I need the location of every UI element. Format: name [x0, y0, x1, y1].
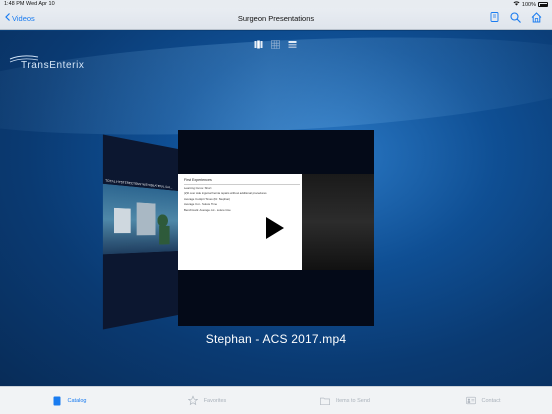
status-time: 1:48 PM: [4, 1, 25, 7]
nav-actions: [488, 11, 542, 23]
tab-label: Favorites: [203, 397, 227, 404]
home-icon[interactable]: [530, 11, 542, 23]
battery-percent: 100%: [521, 1, 536, 8]
battery-icon: [538, 2, 548, 7]
tab-contact[interactable]: Contact: [414, 387, 552, 414]
coverflow-view-icon[interactable]: [254, 36, 263, 49]
tab-catalog[interactable]: Catalog: [0, 387, 138, 414]
status-right: 100%: [513, 1, 548, 8]
slide-title: First Experiences: [184, 178, 212, 182]
slide-line: Average Cockpit Times (Dr. Stephan): [184, 196, 231, 201]
tab-label: Items to Send: [336, 397, 370, 404]
view-toggle: [254, 36, 297, 49]
video-cover-current[interactable]: First Experiences Learning Curve: Short …: [178, 130, 374, 326]
tab-favorites[interactable]: Favorites: [138, 387, 276, 414]
slide-divider: [184, 184, 300, 185]
tab-label: Catalog: [67, 397, 87, 404]
status-bar: 1:48 PM Wed Apr 10 100%: [0, 0, 552, 8]
tab-label: Contact: [481, 397, 501, 404]
grid-view-icon[interactable]: [271, 36, 280, 49]
catalog-content: TransEnterix TOTAL HYSTERECTOMY WITH BIL…: [0, 31, 552, 386]
tab-bar: Catalog Favorites Items to Send Contact: [0, 386, 552, 414]
slide-line: Benchmark: Average cut - suture time: [184, 207, 231, 212]
video-cover-previous[interactable]: TOTAL HYSTERECTOMY WITH BILATERAL SAL...: [102, 134, 178, 330]
slide-subtitle: Learning Curve: Short: [184, 186, 212, 190]
navigation-bar: Videos Surgeon Presentations: [0, 8, 552, 30]
folder-icon: [320, 396, 330, 406]
list-view-icon[interactable]: [288, 36, 297, 48]
company-logo: TransEnterix: [8, 53, 128, 76]
contact-card-icon: [465, 396, 476, 406]
tab-items-to-send[interactable]: Items to Send: [276, 387, 414, 414]
video-thumbnail: First Experiences Learning Curve: Short …: [178, 174, 306, 270]
search-icon[interactable]: [509, 11, 521, 23]
svg-text:TransEnterix: TransEnterix: [21, 60, 85, 71]
video-title: Stephan - ACS 2017.mp4: [205, 332, 347, 346]
video-thumbnail: [102, 183, 178, 255]
catalog-icon: [52, 396, 62, 406]
slide-line: Average Cut - Suture Time: [184, 202, 218, 207]
surgeon-photo: [302, 174, 374, 270]
slide-line: (2)6 over side inguinal hernia repairs w…: [184, 191, 267, 196]
status-date: Wed Apr 10: [26, 1, 55, 7]
bookmark-icon[interactable]: [488, 11, 500, 23]
play-icon[interactable]: [266, 217, 284, 239]
page-title: Surgeon Presentations: [237, 14, 315, 23]
star-icon: [187, 395, 198, 406]
wifi-icon: [513, 1, 520, 8]
